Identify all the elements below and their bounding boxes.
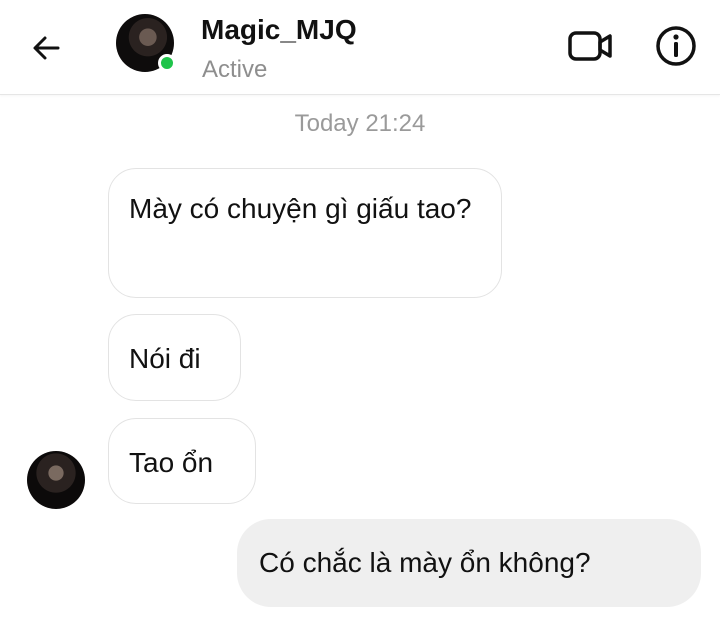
contact-avatar[interactable] xyxy=(116,14,176,74)
message-timestamp: Today 21:24 xyxy=(294,110,426,137)
video-call-button[interactable] xyxy=(566,24,616,68)
online-status-dot xyxy=(158,54,176,72)
info-button[interactable] xyxy=(652,22,700,70)
chat-header: Magic_MJQ Active xyxy=(0,0,720,95)
info-icon xyxy=(656,26,696,66)
message-bubble-sent[interactable]: Có chắc là mày ổn không? xyxy=(237,519,701,607)
message-bubble-received[interactable]: Nói đi xyxy=(108,314,241,401)
contact-status: Active xyxy=(202,56,268,83)
back-button[interactable] xyxy=(24,26,68,70)
sender-avatar[interactable] xyxy=(27,451,85,509)
contact-name[interactable]: Magic_MJQ xyxy=(201,14,357,46)
message-bubble-received[interactable]: Mày có chuyện gì giấu tao? xyxy=(108,168,502,298)
back-arrow-icon xyxy=(33,36,60,60)
video-call-icon xyxy=(568,31,612,61)
message-bubble-received[interactable]: Tao ổn xyxy=(108,418,256,504)
